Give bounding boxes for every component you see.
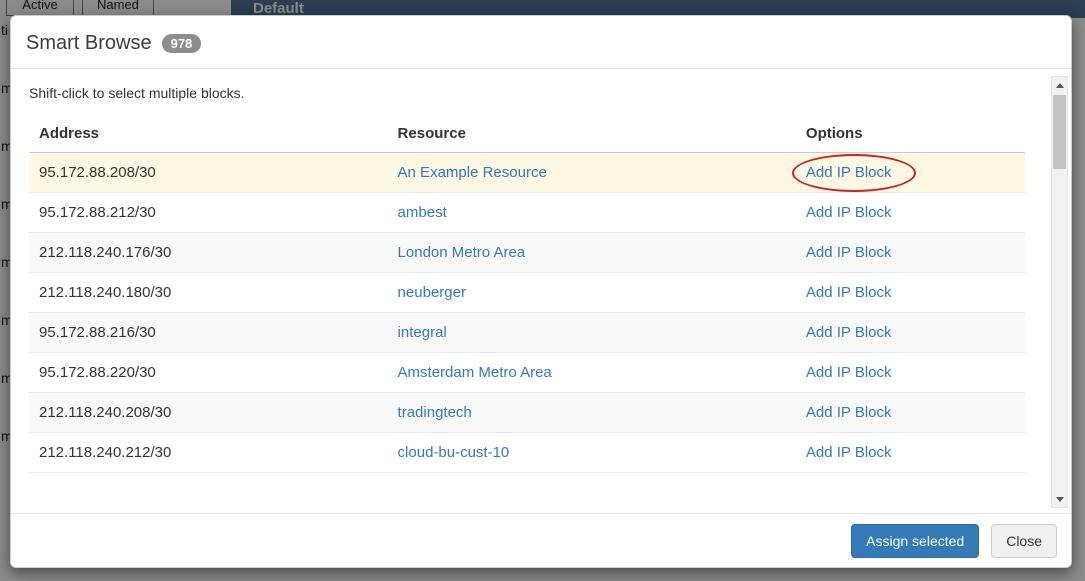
resource-link[interactable]: tradingtech bbox=[398, 404, 472, 421]
table-row[interactable]: 95.172.88.212/30 ambest Add IP Block bbox=[29, 193, 1025, 233]
table-row[interactable]: 212.118.240.212/30 cloud-bu-cust-10 Add … bbox=[29, 433, 1025, 473]
resource-link[interactable]: neuberger bbox=[398, 284, 466, 301]
add-ip-block-link[interactable]: Add IP Block bbox=[806, 164, 892, 181]
instructions-text: Shift-click to select multiple blocks. bbox=[29, 85, 1025, 101]
table-row[interactable]: 95.172.88.208/30 An Example Resource Add… bbox=[29, 153, 1025, 193]
address-cell: 212.118.240.180/30 bbox=[29, 273, 388, 313]
ip-block-table: Address Resource Options 95.172.88.208/3… bbox=[29, 115, 1025, 473]
modal-title: Smart Browse bbox=[26, 32, 152, 55]
modal-body: Shift-click to select multiple blocks. A… bbox=[11, 69, 1071, 473]
resource-link[interactable]: ambest bbox=[398, 204, 447, 221]
add-ip-block-link[interactable]: Add IP Block bbox=[806, 364, 892, 381]
address-cell: 95.172.88.220/30 bbox=[29, 353, 388, 393]
close-button[interactable]: Close bbox=[991, 524, 1057, 558]
add-ip-block-link[interactable]: Add IP Block bbox=[806, 404, 892, 421]
table-row[interactable]: 212.118.240.176/30 London Metro Area Add… bbox=[29, 233, 1025, 273]
address-cell: 95.172.88.212/30 bbox=[29, 193, 388, 233]
resource-link[interactable]: cloud-bu-cust-10 bbox=[398, 444, 510, 461]
add-ip-block-link[interactable]: Add IP Block bbox=[806, 324, 892, 341]
table-row[interactable]: 95.172.88.220/30 Amsterdam Metro Area Ad… bbox=[29, 353, 1025, 393]
table-header-row: Address Resource Options bbox=[29, 115, 1025, 153]
scroll-down-button[interactable] bbox=[1052, 491, 1067, 507]
address-cell: 212.118.240.212/30 bbox=[29, 433, 388, 473]
column-header-options: Options bbox=[796, 115, 1025, 153]
modal-footer: Assign selected Close bbox=[11, 513, 1071, 567]
column-header-resource: Resource bbox=[388, 115, 796, 153]
resource-link[interactable]: Amsterdam Metro Area bbox=[398, 364, 552, 381]
table-row[interactable]: 212.118.240.180/30 neuberger Add IP Bloc… bbox=[29, 273, 1025, 313]
add-ip-block-link[interactable]: Add IP Block bbox=[806, 444, 892, 461]
down-arrow-icon bbox=[1056, 497, 1064, 502]
address-cell: 95.172.88.216/30 bbox=[29, 313, 388, 353]
add-ip-block-link[interactable]: Add IP Block bbox=[806, 284, 892, 301]
add-ip-block-link[interactable]: Add IP Block bbox=[806, 244, 892, 261]
up-arrow-icon bbox=[1056, 83, 1064, 88]
smart-browse-modal: Smart Browse 978 Shift-click to select m… bbox=[10, 15, 1072, 568]
table-row[interactable]: 212.118.240.208/30 tradingtech Add IP Bl… bbox=[29, 393, 1025, 433]
vertical-scrollbar[interactable] bbox=[1051, 76, 1068, 508]
address-cell: 212.118.240.176/30 bbox=[29, 233, 388, 273]
table-row[interactable]: 95.172.88.216/30 integral Add IP Block bbox=[29, 313, 1025, 353]
resource-link[interactable]: integral bbox=[398, 324, 447, 341]
address-cell: 212.118.240.208/30 bbox=[29, 393, 388, 433]
resource-link[interactable]: London Metro Area bbox=[398, 244, 526, 261]
column-header-address: Address bbox=[29, 115, 388, 153]
scroll-up-button[interactable] bbox=[1052, 77, 1067, 93]
scrollbar-thumb[interactable] bbox=[1053, 95, 1066, 169]
count-badge: 978 bbox=[162, 34, 202, 53]
assign-selected-button[interactable]: Assign selected bbox=[851, 524, 979, 558]
modal-header: Smart Browse 978 bbox=[11, 16, 1071, 69]
add-ip-block-link[interactable]: Add IP Block bbox=[806, 204, 892, 221]
resource-link[interactable]: An Example Resource bbox=[398, 164, 547, 181]
address-cell: 95.172.88.208/30 bbox=[29, 153, 388, 193]
